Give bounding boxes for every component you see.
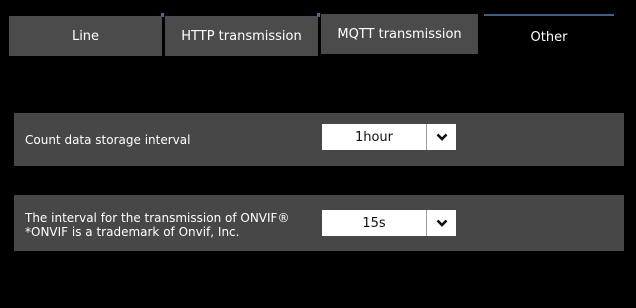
chevron-down-icon[interactable]: [427, 210, 456, 236]
tab-line[interactable]: Line: [9, 16, 162, 56]
storage-interval-row: Count data storage interval 1hour: [14, 113, 624, 166]
onvif-interval-value[interactable]: 15s: [322, 210, 426, 236]
storage-interval-label: Count data storage interval: [25, 133, 191, 147]
onvif-interval-select[interactable]: 15s: [322, 210, 467, 236]
tab-bar: Line HTTP transmission MQTT transmission…: [0, 0, 636, 58]
onvif-interval-row: The interval for the transmission of ONV…: [14, 195, 624, 251]
tab-label: Line: [71, 28, 100, 44]
tab-http-transmission[interactable]: HTTP transmission: [165, 16, 318, 56]
chevron-down-icon[interactable]: [427, 124, 456, 150]
onvif-interval-label-line1: The interval for the transmission of ONV…: [25, 211, 290, 225]
tab-other[interactable]: Other: [484, 16, 614, 58]
tab-label: Other: [530, 29, 568, 45]
storage-interval-select[interactable]: 1hour: [322, 124, 467, 150]
tab-mqtt-transmission[interactable]: MQTT transmission: [321, 14, 478, 54]
onvif-trademark-note: *ONVIF is a trademark of Onvif, Inc.: [25, 225, 240, 239]
onvif-interval-label: The interval for the transmission of ONV…: [25, 211, 289, 239]
tab-label: HTTP transmission: [181, 28, 302, 44]
tab-label: MQTT transmission: [337, 26, 462, 42]
storage-interval-value[interactable]: 1hour: [322, 124, 426, 150]
